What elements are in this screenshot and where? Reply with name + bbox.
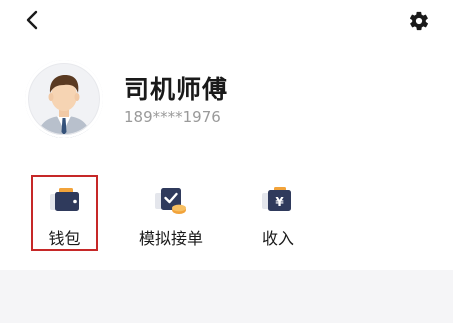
order-check-icon: [155, 188, 186, 214]
user-name: 司机师傅: [124, 75, 229, 104]
menu-item-income[interactable]: ¥ 收入: [243, 175, 313, 250]
user-phone: 189****1976: [124, 108, 221, 126]
chevron-left-icon: [26, 10, 38, 30]
yuan-income-icon: ¥: [262, 187, 291, 211]
income-icon-wrap: ¥: [260, 185, 296, 215]
wallet-icon: [49, 188, 79, 211]
order-icon-wrap: [153, 185, 189, 215]
menu-item-simulate-order[interactable]: 模拟接单: [131, 175, 211, 250]
menu-item-wallet[interactable]: 钱包: [31, 175, 98, 251]
menu-item-label: 模拟接单: [138, 229, 203, 248]
driver-avatar-icon: [25, 60, 103, 138]
wallet-icon-wrap: [47, 185, 83, 215]
back-button[interactable]: [20, 8, 44, 32]
menu-item-label: 钱包: [48, 229, 81, 248]
gear-icon: [409, 11, 429, 31]
avatar[interactable]: [25, 60, 103, 138]
svg-text:¥: ¥: [275, 195, 284, 209]
profile-panel: 司机师傅 189****1976 钱包 模拟接单 ¥ 收入: [0, 0, 453, 270]
settings-button[interactable]: [406, 8, 432, 34]
menu-item-label: 收入: [261, 229, 294, 248]
